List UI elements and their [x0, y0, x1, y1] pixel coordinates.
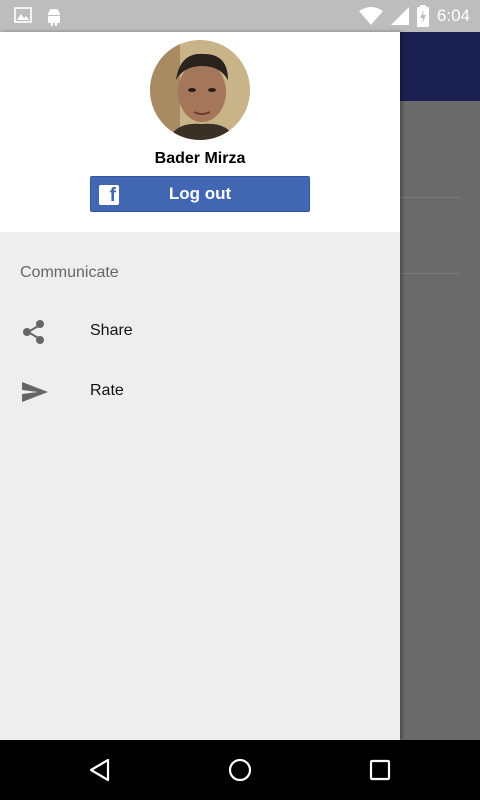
clock: 6:04 [436, 6, 470, 25]
drawer-item-rate[interactable]: Rate [0, 364, 400, 420]
send-icon [22, 382, 48, 402]
signal-icon [390, 7, 409, 25]
facebook-icon: f [99, 185, 119, 205]
drawer-item-label: Rate [90, 382, 124, 399]
recents-icon[interactable] [366, 756, 394, 784]
drawer-item-share[interactable]: Share [0, 304, 400, 360]
background-app[interactable] [400, 32, 480, 740]
section-title: Communicate [20, 264, 119, 281]
avatar [150, 40, 250, 140]
app-toolbar [400, 32, 480, 101]
drawer-item-label: Share [90, 322, 133, 339]
drawer-header: Bader Mirza f Log out [0, 32, 400, 232]
logout-label: Log out [168, 184, 232, 203]
battery-charging-icon [416, 5, 429, 27]
user-name: Bader Mirza [154, 150, 246, 167]
list-divider [400, 197, 460, 198]
android-icon [48, 8, 60, 26]
facebook-logout-button[interactable]: f Log out [90, 176, 310, 212]
navigation-drawer: Bader Mirza f Log out Communicate Share … [0, 32, 400, 740]
share-icon [23, 320, 44, 344]
app-content [400, 101, 480, 740]
status-bar: 6:04 [0, 0, 480, 32]
system-navigation-bar [0, 740, 480, 800]
image-icon [14, 7, 32, 23]
back-icon[interactable] [86, 756, 114, 784]
wifi-icon [358, 7, 383, 25]
list-divider [400, 273, 460, 274]
profile-photo [150, 40, 250, 140]
home-icon[interactable] [226, 756, 254, 784]
